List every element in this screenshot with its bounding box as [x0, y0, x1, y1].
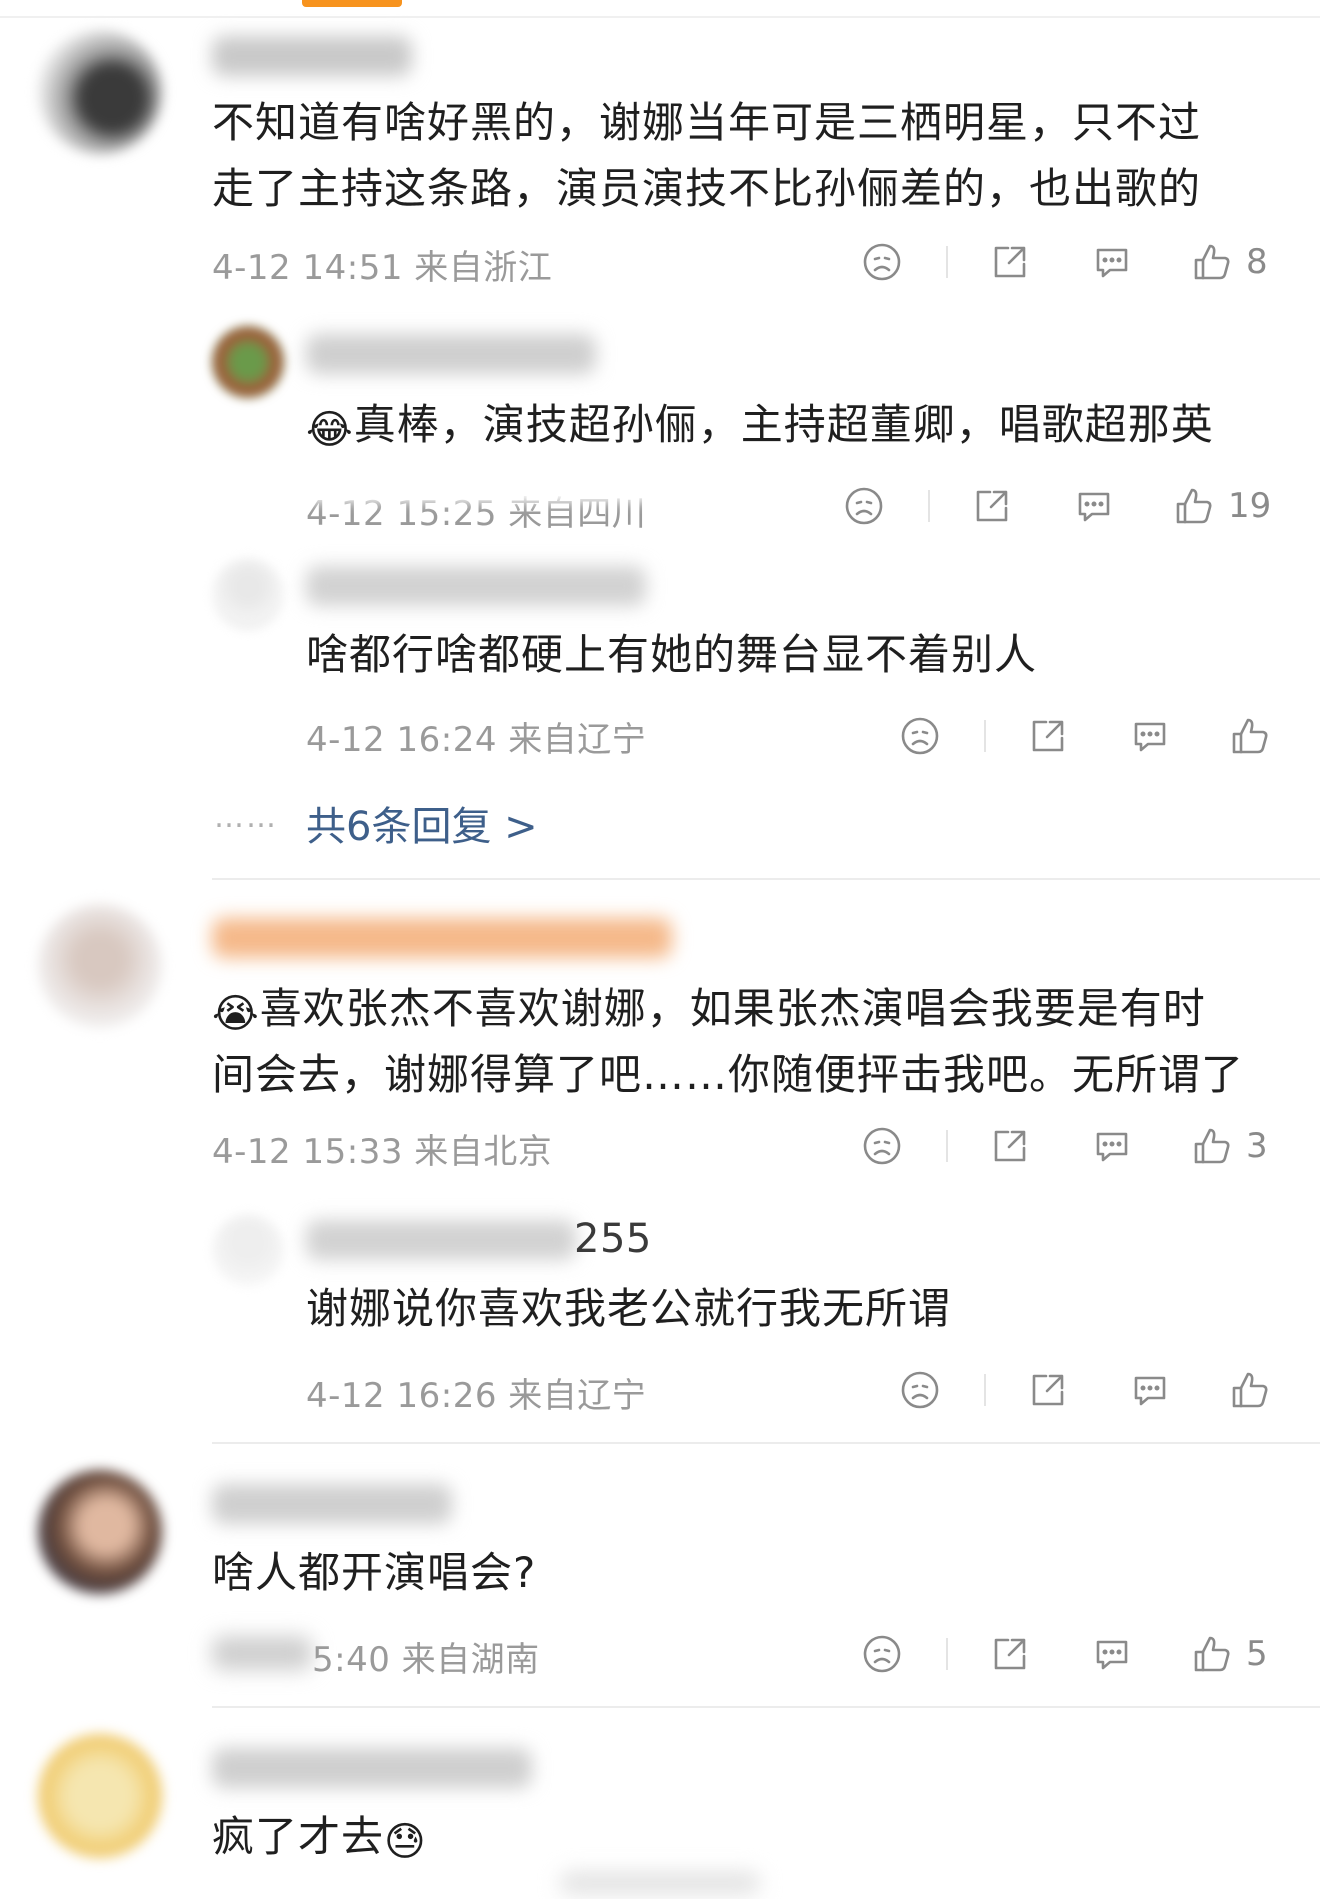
comment-meta: 5:40 来自湖南 — [312, 1640, 540, 1680]
like-icon — [1176, 488, 1212, 524]
reply-username-blurred[interactable] — [306, 1220, 576, 1260]
meta-blur-overlay — [300, 476, 660, 502]
like-count: 19 — [1228, 486, 1272, 526]
comment-icon[interactable] — [1090, 1118, 1134, 1174]
reply-username-blurred[interactable] — [306, 334, 596, 374]
username-blurred[interactable] — [212, 1484, 452, 1524]
reply-actions — [898, 708, 1298, 764]
dislike-icon[interactable] — [860, 1118, 904, 1174]
like-button[interactable]: 5 — [1190, 1626, 1268, 1682]
username-blurred[interactable] — [212, 36, 412, 76]
like-count: 3 — [1246, 1126, 1268, 1166]
avatar[interactable] — [38, 904, 162, 1028]
like-count: 8 — [1246, 242, 1268, 282]
dislike-icon[interactable] — [898, 1362, 942, 1418]
reply-username-blurred[interactable] — [306, 566, 646, 606]
comment-actions: 8 — [860, 234, 1300, 290]
dislike-icon[interactable] — [898, 708, 942, 764]
meta-blur-overlay — [212, 1636, 312, 1670]
comment-text-line: 啥人都开演唱会? — [212, 1548, 537, 1597]
watermark-blur — [560, 1872, 760, 1894]
more-replies-link[interactable]: 共6条回复 > — [306, 794, 538, 852]
comment-actions: 3 — [860, 1118, 1300, 1174]
username-blurred[interactable] — [212, 1748, 532, 1788]
reply-text: 😂真棒，演技超孙俪，主持超董卿，唱歌超那英 — [306, 392, 1214, 463]
comment-divider — [212, 1706, 1320, 1708]
comment-icon[interactable] — [1090, 1626, 1134, 1682]
comment-icon[interactable] — [1128, 1362, 1172, 1418]
reply-avatar[interactable] — [212, 326, 284, 398]
reply-avatar[interactable] — [212, 1214, 284, 1286]
like-button[interactable]: 19 — [1172, 478, 1271, 534]
sweat-emoji-icon: 😓 — [384, 1819, 427, 1865]
reply-avatar[interactable] — [212, 558, 284, 630]
comment-icon[interactable] — [1090, 234, 1134, 290]
dislike-icon[interactable] — [860, 234, 904, 290]
share-icon[interactable] — [1026, 1362, 1070, 1418]
share-icon[interactable] — [988, 1118, 1032, 1174]
share-icon[interactable] — [970, 478, 1014, 534]
comment-actions: 5 — [860, 1626, 1300, 1682]
dislike-icon[interactable] — [842, 478, 886, 534]
like-icon — [1194, 1128, 1230, 1164]
comment-divider — [212, 1442, 1320, 1444]
comment-text-line: 不知道有啥好黑的，谢娜当年可是三栖明星，只不过 — [212, 98, 1202, 147]
reply-actions: 19 — [842, 478, 1282, 534]
reply-actions — [898, 1362, 1298, 1418]
separator — [928, 490, 930, 522]
comment-icon[interactable] — [1072, 478, 1116, 534]
comment-text: 疯了才去😓 — [212, 1804, 427, 1875]
share-icon[interactable] — [988, 234, 1032, 290]
comment-meta: 4-12 14:51 来自浙江 — [212, 248, 553, 288]
more-replies-dots: …… — [214, 800, 278, 835]
reply-text: 谢娜说你喜欢我老公就行我无所谓 — [306, 1284, 952, 1333]
dislike-icon[interactable] — [860, 1626, 904, 1682]
like-count: 5 — [1246, 1634, 1268, 1674]
like-button[interactable]: 3 — [1190, 1118, 1268, 1174]
active-tab-indicator — [302, 0, 402, 7]
comment-divider — [212, 878, 1320, 880]
like-icon — [1194, 1636, 1230, 1672]
like-icon — [1194, 244, 1230, 280]
separator — [984, 720, 986, 752]
separator — [984, 1374, 986, 1406]
comment-text: 😭喜欢张杰不喜欢谢娜，如果张杰演唱会我要是有时 — [212, 976, 1206, 1047]
top-divider — [0, 16, 1320, 18]
share-icon[interactable] — [988, 1626, 1032, 1682]
reply-username-tail: 255 — [574, 1216, 652, 1262]
comment-icon[interactable] — [1128, 708, 1172, 764]
avatar[interactable] — [38, 1470, 162, 1594]
reply-text: 啥都行啥都硬上有她的舞台显不着别人 — [306, 630, 1038, 679]
like-button[interactable] — [1228, 1362, 1272, 1418]
laughing-emoji-icon: 😂 — [306, 407, 354, 453]
username-blurred[interactable] — [212, 918, 672, 958]
avatar[interactable] — [38, 30, 162, 154]
separator — [946, 1638, 948, 1670]
like-button[interactable]: 8 — [1190, 234, 1268, 290]
share-icon[interactable] — [1026, 708, 1070, 764]
like-button[interactable] — [1228, 708, 1272, 764]
comment-text-line: 走了主持这条路，演员演技不比孙俪差的，也出歌的 — [212, 164, 1202, 213]
like-icon — [1232, 718, 1268, 754]
comment-text-line: 间会去，谢娜得算了吧……你随便抨击我吧。无所谓了 — [212, 1050, 1245, 1099]
avatar[interactable] — [38, 1734, 162, 1858]
reply-meta: 4-12 16:24 来自辽宁 — [306, 720, 647, 760]
separator — [946, 1130, 948, 1162]
crying-emoji-icon: 😭 — [212, 991, 260, 1037]
separator — [946, 246, 948, 278]
comment-meta: 4-12 15:33 来自北京 — [212, 1132, 553, 1172]
reply-meta: 4-12 16:26 来自辽宁 — [306, 1376, 647, 1416]
like-icon — [1232, 1372, 1268, 1408]
